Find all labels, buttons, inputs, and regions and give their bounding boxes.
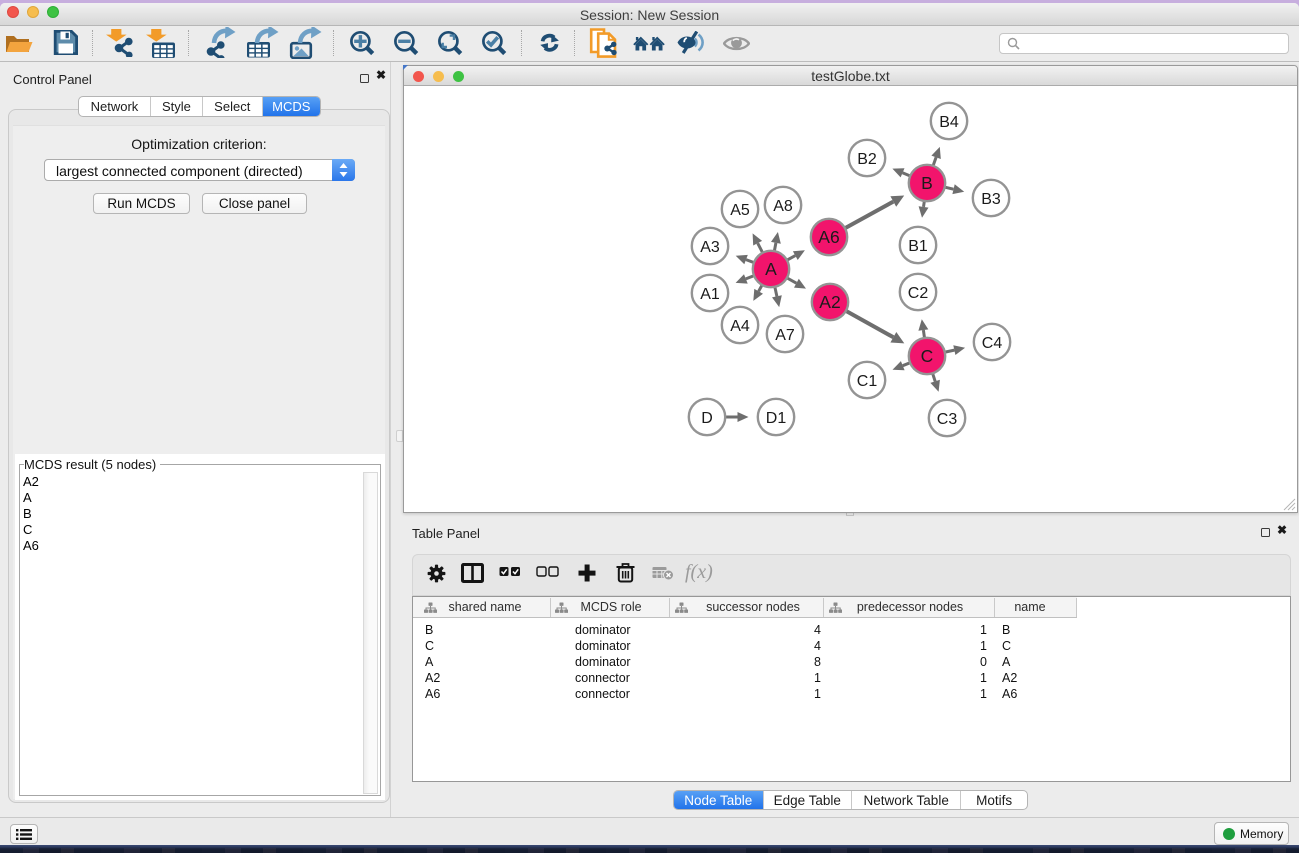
svg-text:D1: D1 [766, 410, 787, 427]
svg-text:A4: A4 [730, 318, 750, 335]
svg-text:D: D [701, 410, 713, 427]
svg-text:B3: B3 [981, 191, 1001, 208]
svg-text:A7: A7 [775, 327, 795, 344]
svg-text:A2: A2 [819, 292, 840, 312]
svg-text:C1: C1 [857, 373, 878, 390]
svg-text:A1: A1 [700, 286, 720, 303]
svg-text:C3: C3 [937, 411, 958, 428]
svg-text:B: B [921, 173, 933, 193]
svg-text:B1: B1 [908, 238, 928, 255]
svg-text:B2: B2 [857, 151, 877, 168]
svg-text:C2: C2 [908, 285, 929, 302]
svg-text:A8: A8 [773, 198, 793, 215]
svg-text:C4: C4 [982, 335, 1003, 352]
svg-text:C: C [921, 346, 934, 366]
svg-text:A: A [765, 259, 777, 279]
svg-text:A3: A3 [700, 239, 720, 256]
svg-text:B4: B4 [939, 114, 959, 131]
svg-text:A6: A6 [818, 227, 839, 247]
svg-text:A5: A5 [730, 202, 750, 219]
